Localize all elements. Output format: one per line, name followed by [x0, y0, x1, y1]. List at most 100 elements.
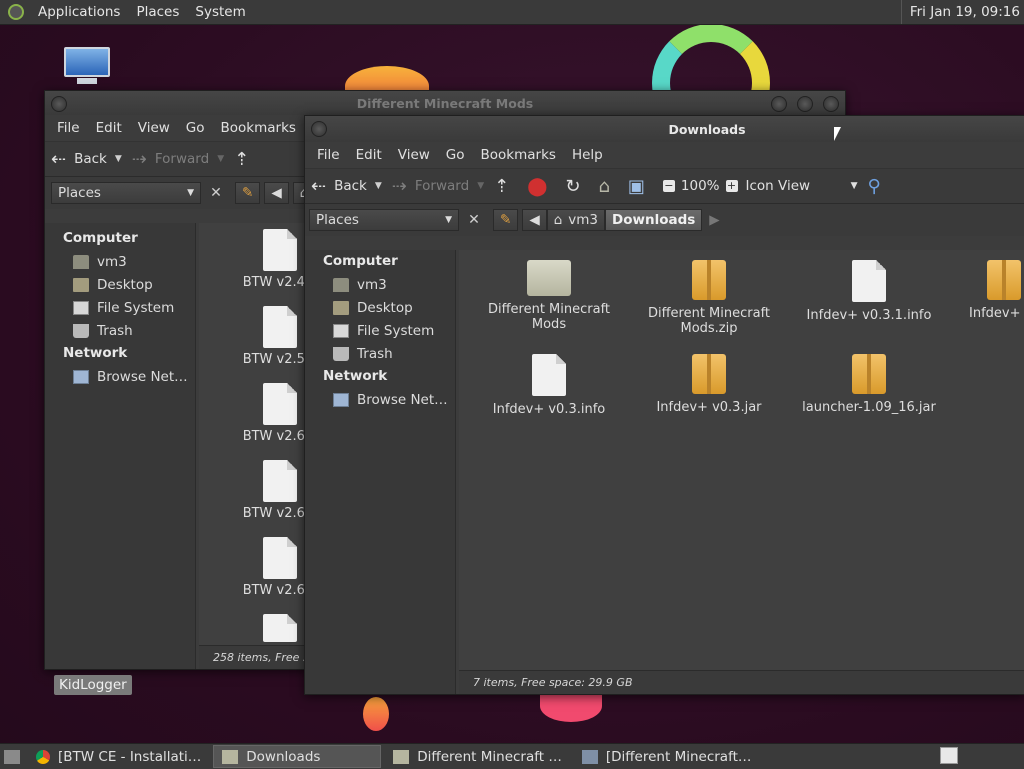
zoom-in-icon: + — [725, 179, 738, 192]
home-folder-icon — [73, 254, 89, 269]
places-menu[interactable]: Places — [128, 4, 187, 20]
show-desktop-button[interactable] — [0, 746, 24, 767]
edit-location-button[interactable]: ✎ — [235, 182, 261, 204]
chevron-down-icon: ▼ — [187, 188, 194, 198]
mouse-cursor — [834, 127, 841, 141]
sidebar-item-browse-network[interactable]: Browse Net… — [305, 388, 455, 411]
document-icon — [263, 383, 297, 425]
menu-edit[interactable]: Edit — [88, 120, 130, 136]
computer-desktop-icon[interactable] — [64, 47, 110, 87]
menu-go[interactable]: Go — [438, 147, 473, 163]
back-arrow-icon: ⇠ — [311, 175, 327, 197]
network-icon — [333, 392, 349, 407]
applications-menu[interactable]: Applications — [30, 4, 128, 20]
task-button-mods-folder[interactable]: Different Minecraft … — [385, 746, 570, 767]
forward-arrow-icon: ⇢ — [131, 148, 147, 170]
downloads-window-titlebar[interactable]: Downloads — [305, 116, 1024, 142]
places-combo[interactable]: Places ▼ — [309, 209, 459, 231]
kidlogger-label[interactable]: KidLogger — [54, 675, 132, 695]
breadcrumb-downloads[interactable]: Downloads — [605, 209, 703, 231]
file-item-folder[interactable]: Different Minecraft Mods — [469, 260, 629, 332]
menu-file[interactable]: File — [49, 120, 88, 136]
menu-help[interactable]: Help — [564, 147, 611, 163]
system-menu[interactable]: System — [187, 4, 253, 20]
sidebar-item-desktop[interactable]: Desktop — [45, 273, 195, 296]
folder-icon — [393, 749, 410, 764]
chevron-down-icon: ▼ — [850, 181, 858, 191]
sidebar-item-trash[interactable]: Trash — [45, 319, 195, 342]
distro-logo-icon[interactable] — [8, 4, 24, 20]
wallpaper-small-blob — [363, 697, 389, 731]
sidebar-item-desktop[interactable]: Desktop — [305, 296, 455, 319]
chevron-down-icon[interactable]: ▼ — [217, 154, 224, 164]
up-button[interactable]: ⇡ — [234, 149, 257, 170]
task-button-browser[interactable]: [BTW CE - Installati… — [28, 746, 209, 767]
menu-view[interactable]: View — [390, 147, 438, 163]
downloads-statusbar: 7 items, Free space: 29.9 GB — [459, 670, 1024, 694]
window-menu-button[interactable] — [51, 96, 67, 112]
home-button[interactable]: ⌂ — [598, 176, 617, 197]
chevron-down-icon[interactable]: ▼ — [477, 181, 484, 191]
menu-bookmarks[interactable]: Bookmarks — [213, 120, 304, 136]
sidebar-heading-network: Network — [63, 345, 128, 361]
view-mode-select[interactable]: Icon View ▼ — [746, 178, 858, 194]
sidebar-item-vm3[interactable]: vm3 — [45, 250, 195, 273]
top-panel: Applications Places System Fri Jan 19, 0… — [0, 0, 1024, 25]
search-button[interactable]: ⚲ — [868, 176, 889, 197]
stop-button[interactable]: ⬤ — [527, 176, 555, 197]
desktop-folder-icon — [333, 300, 349, 315]
task-button-downloads[interactable]: Downloads — [213, 745, 382, 768]
downloads-file-area[interactable]: Different Minecraft Mods Different Minec… — [459, 250, 1024, 670]
package-icon — [692, 260, 726, 300]
back-window-titlebar[interactable]: Different Minecraft Mods — [45, 91, 845, 115]
zoom-level: 100% — [680, 178, 720, 194]
menu-edit[interactable]: Edit — [348, 147, 390, 163]
window-menu-button[interactable] — [311, 121, 327, 137]
file-item-partial[interactable]: Infdev+ v — [949, 260, 1024, 321]
clock[interactable]: Fri Jan 19, 09:16 — [900, 0, 1020, 24]
network-icon — [73, 369, 89, 384]
forward-button[interactable]: ⇢ Forward ▼ — [132, 149, 224, 170]
menu-bookmarks[interactable]: Bookmarks — [473, 147, 564, 163]
trash-icon — [73, 323, 89, 338]
sidebar-item-file-system[interactable]: File System — [45, 296, 195, 319]
reload-button[interactable]: ↻ — [565, 176, 588, 197]
chevron-down-icon[interactable]: ▼ — [375, 181, 382, 191]
file-item-info[interactable]: Infdev+ v0.3.info — [469, 354, 629, 417]
document-icon — [263, 614, 297, 642]
breadcrumb-vm3[interactable]: ⌂ vm3 — [546, 209, 606, 231]
forward-button[interactable]: ⇢ Forward ▼ — [392, 176, 484, 197]
menu-view[interactable]: View — [130, 120, 178, 136]
zoom-out-button[interactable]: − — [662, 180, 675, 192]
sidebar-item-vm3[interactable]: vm3 — [305, 273, 455, 296]
back-button[interactable]: ⇠ Back ▼ — [311, 176, 382, 197]
task-button-mods-app[interactable]: [Different Minecraft… — [574, 746, 760, 767]
computer-button[interactable]: ▣ — [628, 176, 653, 197]
file-item-info[interactable]: Infdev+ v0.3.1.info — [789, 260, 949, 323]
sidebar-item-trash[interactable]: Trash — [305, 342, 455, 365]
edit-location-button[interactable]: ✎ — [493, 209, 519, 231]
zoom-in-button[interactable]: + — [725, 179, 738, 192]
close-sidebar-icon[interactable]: ✕ — [207, 185, 225, 201]
up-button[interactable]: ⇡ — [494, 176, 517, 197]
places-combo[interactable]: Places ▼ — [51, 182, 201, 204]
minimize-button[interactable] — [771, 96, 787, 112]
chevron-down-icon[interactable]: ▼ — [115, 154, 122, 164]
menu-go[interactable]: Go — [178, 120, 213, 136]
maximize-button[interactable] — [797, 96, 813, 112]
breadcrumb-right-button[interactable]: ▶ — [702, 209, 726, 231]
sidebar-item-browse-network[interactable]: Browse Net… — [45, 365, 195, 388]
file-item-zip[interactable]: Different Minecraft Mods.zip — [629, 260, 789, 336]
sidebar-item-file-system[interactable]: File System — [305, 319, 455, 342]
close-sidebar-icon[interactable]: ✕ — [465, 212, 483, 228]
back-button[interactable]: ⇠ Back ▼ — [51, 149, 122, 170]
file-item-jar[interactable]: launcher-1.09_16.jar — [789, 354, 949, 415]
menu-file[interactable]: File — [309, 147, 348, 163]
breadcrumb-left-button[interactable]: ◀ — [264, 182, 289, 204]
close-button[interactable] — [823, 96, 839, 112]
document-icon — [532, 354, 566, 396]
workspace-switcher[interactable] — [940, 747, 958, 764]
file-item-jar[interactable]: Infdev+ v0.3.jar — [629, 354, 789, 415]
breadcrumb-left-button[interactable]: ◀ — [522, 209, 547, 231]
downloads-window[interactable]: Downloads File Edit View Go Bookmarks He… — [304, 115, 1024, 695]
